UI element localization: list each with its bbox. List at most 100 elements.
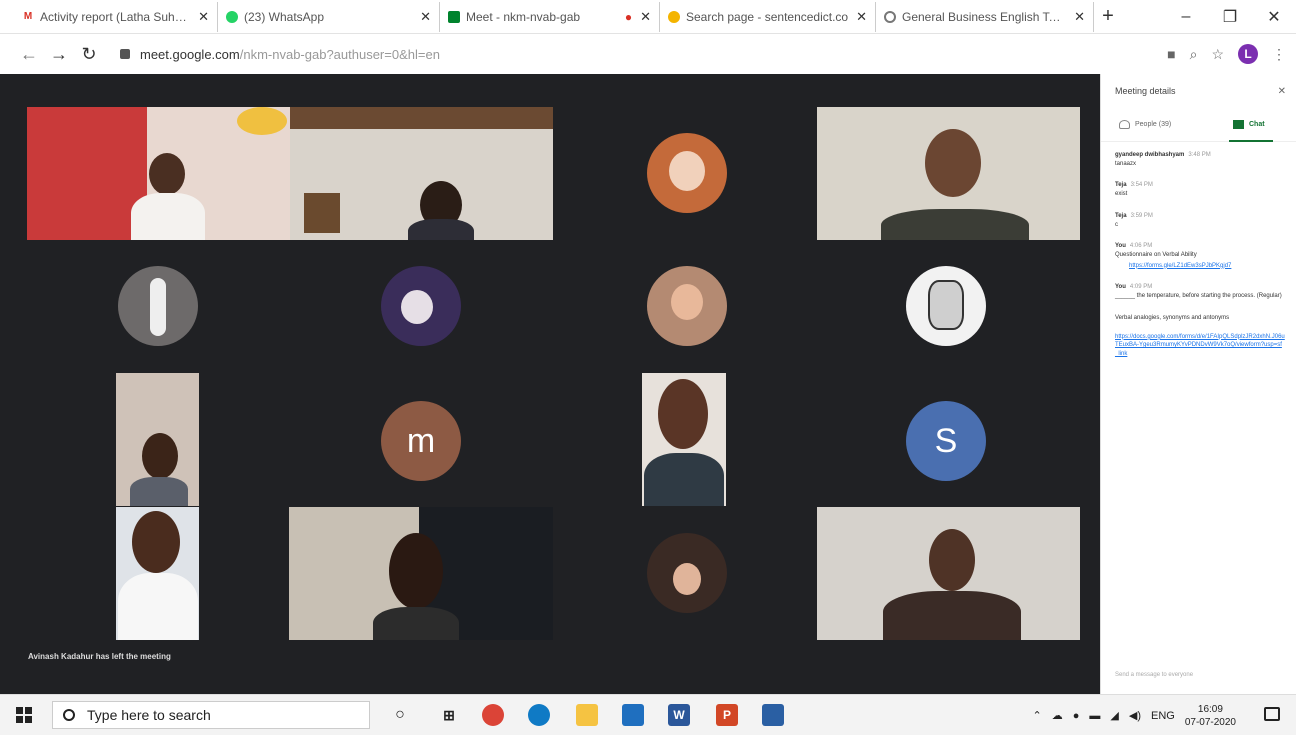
people-tab-label: People (39)	[1135, 121, 1172, 128]
meet-icon	[448, 10, 460, 23]
menu-kebab-icon[interactable]: ⋮	[1272, 46, 1286, 63]
participant-avatar[interactable]	[647, 266, 727, 346]
profile-avatar[interactable]: L	[1238, 44, 1258, 64]
battery-icon[interactable]: ▬	[1089, 710, 1100, 722]
chat-icon	[1233, 120, 1244, 129]
back-icon[interactable]: ←	[14, 44, 44, 65]
windows-start-icon[interactable]	[16, 707, 32, 723]
camera-icon[interactable]: ■	[1167, 46, 1175, 62]
close-icon[interactable]: ✕	[198, 9, 209, 25]
message-time: 3:54 PM	[1130, 182, 1153, 189]
tab-title: Search page - sentencedict.co	[686, 9, 849, 24]
close-icon[interactable]: ✕	[640, 9, 651, 25]
task-view-icon[interactable]: ⊞	[438, 704, 460, 726]
message-text: Verbal analogies, synonyms and antonyms	[1115, 315, 1230, 322]
participant-avatar-letter-s[interactable]: S	[906, 401, 986, 481]
chat-message: Teja 3:54 PM exist	[1115, 182, 1285, 198]
recording-dot-icon: ●	[624, 9, 633, 24]
participant-avatar-letter-m[interactable]: m	[381, 401, 461, 481]
gmail-icon: M	[23, 11, 33, 22]
participant-left-notification: Avinash Kadahur has left the meeting	[28, 652, 171, 661]
zoom-icon[interactable]: ⌕	[1190, 46, 1198, 63]
tab-sentencedict[interactable]: Search page - sentencedict.co ✕	[660, 1, 876, 32]
tab-title: General Business English Term	[902, 9, 1067, 24]
participant-tile[interactable]	[116, 507, 199, 640]
search-placeholder: Type here to search	[87, 707, 211, 723]
tab-whatsapp[interactable]: (23) WhatsApp ✕	[218, 1, 440, 32]
bookmark-star-icon[interactable]: ☆	[1211, 46, 1224, 63]
panel-tabs: People (39) Chat	[1101, 112, 1296, 142]
microphone-icon[interactable]: ●	[1073, 710, 1080, 722]
taskbar-search-box[interactable]: Type here to search	[52, 701, 370, 729]
chat-tab-label: Chat	[1249, 121, 1265, 128]
participant-tile[interactable]	[27, 107, 290, 240]
close-panel-icon[interactable]: ✕	[1278, 86, 1286, 97]
tab-business-english[interactable]: General Business English Term ✕	[876, 1, 1094, 32]
chrome-icon[interactable]	[482, 704, 504, 726]
close-icon[interactable]: ✕	[856, 9, 867, 25]
meeting-details-panel: Meeting details ✕ People (39) Chat gyand…	[1100, 74, 1296, 694]
photos-icon[interactable]	[762, 704, 784, 726]
forward-icon[interactable]: →	[44, 44, 74, 65]
participant-tile[interactable]	[817, 507, 1080, 640]
volume-icon[interactable]: ◀)	[1129, 709, 1141, 722]
participant-avatar[interactable]	[381, 266, 461, 346]
tab-gmail[interactable]: M Activity report (Latha Suhasini ✕	[0, 1, 218, 32]
message-time: 3:48 PM	[1188, 152, 1211, 158]
word-icon[interactable]: W	[668, 704, 690, 726]
new-tab-button[interactable]: +	[1094, 5, 1122, 28]
participant-avatar[interactable]	[647, 533, 727, 613]
participant-tile[interactable]	[116, 373, 199, 506]
participant-avatar[interactable]	[906, 266, 986, 346]
close-icon[interactable]: ✕	[1074, 9, 1085, 25]
tab-chat[interactable]: Chat	[1233, 120, 1265, 129]
tab-title: (23) WhatsApp	[244, 9, 325, 24]
sender-name: You	[1115, 243, 1126, 250]
wifi-icon[interactable]: ◢	[1110, 709, 1118, 722]
sender-name: gyandeep dwibhashyam	[1115, 152, 1185, 158]
participant-avatar[interactable]	[118, 266, 198, 346]
message-text: c	[1115, 221, 1118, 228]
language-indicator[interactable]: ENG	[1151, 710, 1175, 722]
onedrive-icon[interactable]: ☁	[1052, 709, 1063, 722]
chat-message: Teja 3:59 PM c	[1115, 213, 1285, 229]
browser-tab-strip: M Activity report (Latha Suhasini ✕ (23)…	[0, 0, 1296, 34]
url-field[interactable]: meet.google.com/nkm-nvab-gab?authuser=0&…	[120, 47, 440, 62]
participant-tile[interactable]	[817, 107, 1080, 240]
tab-people[interactable]: People (39)	[1119, 120, 1171, 129]
reload-icon[interactable]: ↻	[74, 44, 104, 65]
chat-messages: gyandeep dwibhashyam 3:48 PM tanaazx Teja…	[1115, 152, 1285, 372]
message-text: Questionnaire on Verbal Ability	[1115, 252, 1197, 259]
edge-icon[interactable]	[528, 704, 550, 726]
close-icon[interactable]: ✕	[420, 9, 431, 25]
message-link[interactable]: https://forms.gle/LZ1dEw3sPJbPKgjd7	[1115, 262, 1285, 270]
meet-video-grid: m S Avinash Kadahur has left the meeting	[0, 74, 1100, 694]
toolbar-right: ■ ⌕ ☆ L ⋮	[1167, 34, 1286, 74]
notification-center-icon[interactable]	[1264, 707, 1280, 721]
sender-name: You	[1115, 283, 1126, 290]
url-path: /nkm-nvab-gab?authuser=0&hl=en	[239, 46, 440, 62]
participant-avatar[interactable]	[647, 133, 727, 213]
lock-icon	[120, 49, 130, 59]
cortana-icon[interactable]: ○	[389, 704, 411, 726]
message-text: tanaazx	[1115, 161, 1137, 167]
participant-tile[interactable]	[289, 507, 553, 640]
sentencedict-icon	[668, 10, 680, 23]
powerpoint-icon[interactable]: P	[716, 704, 738, 726]
sender-name: Teja	[1115, 212, 1127, 219]
tab-meet[interactable]: Meet - nkm-nvab-gab ● ✕	[440, 1, 660, 32]
file-explorer-icon[interactable]	[576, 704, 598, 726]
screen: M Activity report (Latha Suhasini ✕ (23)…	[0, 0, 1296, 735]
restore-icon[interactable]: ❐	[1208, 7, 1252, 27]
send-message-input[interactable]: Send a message to everyone	[1115, 672, 1193, 678]
participant-tile[interactable]	[290, 107, 553, 240]
chevron-up-icon[interactable]: ⌃	[1033, 709, 1042, 722]
mail-icon[interactable]	[622, 704, 644, 726]
message-link[interactable]: https://docs.google.com/forms/d/e/1FAIpQ…	[1115, 333, 1285, 358]
close-window-icon[interactable]: ✕	[1252, 7, 1296, 27]
clock-date: 07-07-2020	[1184, 716, 1236, 728]
participant-tile[interactable]	[642, 373, 726, 506]
tab-title: Meet - nkm-nvab-gab	[466, 9, 581, 24]
clock[interactable]: 16:09 07-07-2020	[1185, 703, 1236, 729]
minimize-icon[interactable]: –	[1164, 8, 1208, 26]
